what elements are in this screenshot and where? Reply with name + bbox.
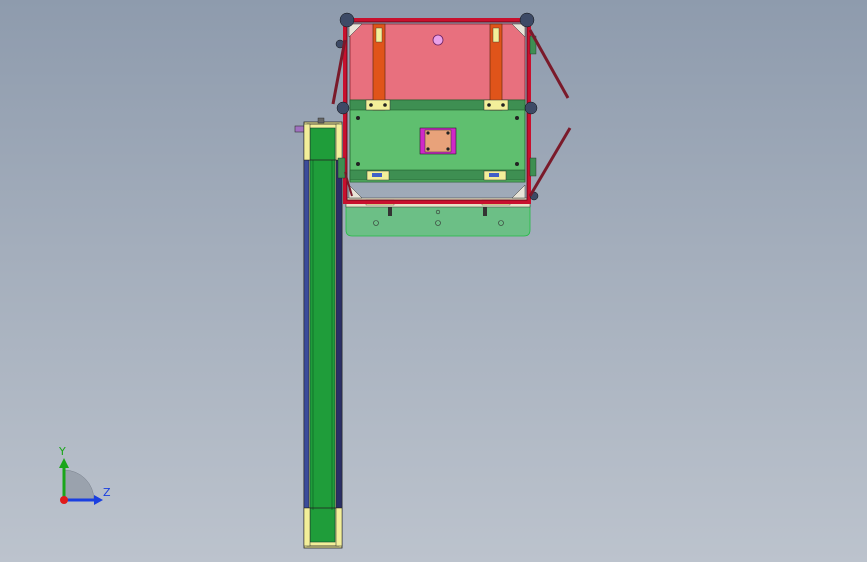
machine-assembly[interactable]: [331, 12, 572, 237]
conveyor-assembly[interactable]: [294, 117, 343, 549]
triad-xy-plane: [63, 469, 95, 501]
corner-ball-mr: [524, 101, 538, 115]
corner-ball-tl: [339, 12, 355, 28]
cad-viewport[interactable]: Y Z: [0, 0, 867, 562]
conveyor-left-rail: [303, 159, 310, 509]
z-axis-label: Z: [103, 486, 111, 499]
conveyor-belt: [309, 127, 336, 543]
upper-panel-hole: [432, 34, 444, 46]
cad-model-view[interactable]: Y Z: [0, 0, 867, 562]
strut-top-right: [528, 29, 570, 99]
conveyor-right-rail: [335, 159, 343, 509]
x-axis-dot: [60, 496, 68, 504]
corner-ball-tr: [519, 12, 535, 28]
y-axis-label: Y: [58, 445, 66, 458]
orientation-triad: Y Z: [58, 445, 111, 505]
corner-ball-ml: [336, 101, 350, 115]
